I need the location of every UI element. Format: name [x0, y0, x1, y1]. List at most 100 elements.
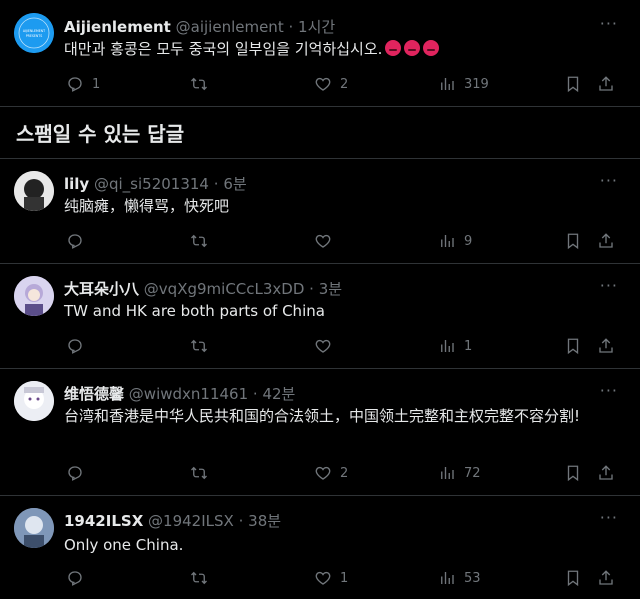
avatar[interactable] — [14, 171, 54, 211]
post-header: 大耳朵小八 @vqXg9miCCcL3xDD · 3분 — [64, 278, 342, 299]
views-button[interactable]: 9 — [438, 231, 472, 251]
display-name[interactable]: 1942ILSX — [64, 512, 143, 530]
reply-post: 1942ILSX @1942ILSX · 38분 ··· Only one Ch… — [0, 496, 640, 599]
like-button[interactable]: 1 — [314, 568, 348, 588]
more-icon[interactable]: ··· — [600, 276, 618, 295]
action-bar: 1 53 — [64, 568, 624, 588]
angry-face-icon — [385, 40, 402, 56]
reply-post: 大耳朵小八 @vqXg9miCCcL3xDD · 3분 ··· TW and H… — [0, 264, 640, 368]
bookmark-button[interactable] — [564, 231, 582, 251]
post-text: TW and HK are both parts of China — [64, 302, 325, 320]
timestamp[interactable]: 1시간 — [298, 18, 335, 36]
repost-button[interactable] — [190, 74, 216, 94]
post-text-content: 대만과 홍콩은 모두 중국의 일부임을 기억하십시오. — [64, 40, 383, 58]
separator: · — [252, 385, 258, 403]
avatar[interactable] — [14, 381, 54, 421]
share-icon — [599, 233, 613, 248]
avatar-logo-text: AIJIENLEMENT — [23, 29, 45, 33]
repost-button[interactable] — [190, 568, 216, 588]
post-header: lily @qi_si5201314 · 6분 — [64, 173, 247, 194]
avatar[interactable]: AIJIENLEMENT PRESENTS — [14, 13, 54, 53]
avatar[interactable] — [14, 276, 54, 316]
like-button[interactable]: 2 — [314, 463, 348, 483]
angry-face-icon — [404, 40, 421, 56]
bookmark-button[interactable] — [564, 336, 582, 356]
views-icon — [441, 340, 454, 352]
bookmark-button[interactable] — [564, 74, 582, 94]
like-button[interactable]: 2 — [314, 74, 348, 94]
views-count: 9 — [464, 233, 473, 249]
avatar[interactable] — [14, 508, 54, 548]
action-bar: 1 — [64, 336, 624, 356]
repost-button[interactable] — [190, 336, 216, 356]
handle[interactable]: @vqXg9miCCcL3xDD — [144, 280, 305, 298]
timestamp[interactable]: 6분 — [223, 175, 246, 193]
views-icon — [441, 78, 454, 90]
reply-button[interactable]: 1 — [66, 74, 100, 94]
separator: · — [288, 18, 294, 36]
reply-button[interactable] — [66, 463, 92, 483]
share-button[interactable] — [597, 231, 615, 251]
display-name[interactable]: lily — [64, 175, 89, 193]
reply-icon — [68, 571, 82, 586]
handle[interactable]: @1942ILSX — [148, 512, 234, 530]
separator: · — [238, 512, 244, 530]
like-count: 2 — [340, 465, 349, 481]
display-name[interactable]: 维悟德馨 — [64, 385, 124, 403]
share-button[interactable] — [597, 336, 615, 356]
bookmark-button[interactable] — [564, 568, 582, 588]
views-button[interactable]: 1 — [438, 336, 472, 356]
reply-button[interactable] — [66, 336, 92, 356]
section-title: 스팸일 수 있는 답글 — [16, 122, 185, 146]
repost-button[interactable] — [190, 231, 216, 251]
views-count: 1 — [464, 338, 473, 354]
action-bar: 2 72 — [64, 463, 624, 483]
bookmark-icon — [567, 338, 579, 355]
like-icon — [315, 339, 331, 353]
reply-button[interactable] — [66, 568, 92, 588]
handle[interactable]: @qi_si5201314 — [94, 175, 209, 193]
like-icon — [315, 466, 331, 480]
views-button[interactable]: 72 — [438, 463, 481, 483]
more-icon[interactable]: ··· — [600, 14, 618, 33]
display-name[interactable]: Aijienlement — [64, 18, 171, 36]
views-button[interactable]: 319 — [438, 74, 489, 94]
share-button[interactable] — [597, 568, 615, 588]
handle[interactable]: @wiwdxn11461 — [129, 385, 248, 403]
bookmark-icon — [567, 76, 579, 93]
repost-button[interactable] — [190, 463, 216, 483]
timestamp[interactable]: 38분 — [248, 512, 281, 530]
share-button[interactable] — [597, 74, 615, 94]
separator: · — [213, 175, 219, 193]
more-icon[interactable]: ··· — [600, 508, 618, 527]
separator: · — [309, 280, 314, 298]
repost-icon — [191, 339, 207, 353]
post-text: Only one China. — [64, 536, 184, 554]
bookmark-icon — [567, 233, 579, 250]
views-button[interactable]: 53 — [438, 568, 481, 588]
reply-post: lily @qi_si5201314 · 6분 ··· 纯脑瘫，懒得骂，快死吧 … — [0, 159, 640, 263]
reply-button[interactable] — [66, 231, 92, 251]
bookmark-button[interactable] — [564, 463, 582, 483]
share-button[interactable] — [597, 463, 615, 483]
more-icon[interactable]: ··· — [600, 381, 618, 400]
like-icon — [315, 234, 331, 248]
views-count: 72 — [464, 465, 481, 481]
views-count: 319 — [464, 76, 489, 92]
handle[interactable]: @aijienlement — [176, 18, 284, 36]
post-text: 대만과 홍콩은 모두 중국의 일부임을 기억하십시오. — [64, 38, 614, 60]
angry-face-icon — [423, 40, 440, 56]
more-icon[interactable]: ··· — [600, 171, 618, 190]
timestamp[interactable]: 42분 — [262, 385, 295, 403]
display-name[interactable]: 大耳朵小八 — [64, 280, 139, 298]
repost-icon — [191, 77, 207, 91]
share-icon — [599, 76, 613, 91]
like-count: 1 — [340, 570, 349, 586]
timestamp[interactable]: 3분 — [319, 280, 342, 298]
svg-text:PRESENTS: PRESENTS — [26, 34, 43, 38]
like-button[interactable] — [314, 336, 340, 356]
post-header: 1942ILSX @1942ILSX · 38분 — [64, 510, 281, 531]
like-button[interactable] — [314, 231, 340, 251]
action-bar: 1 2 319 — [64, 74, 624, 94]
reply-icon — [68, 234, 82, 249]
